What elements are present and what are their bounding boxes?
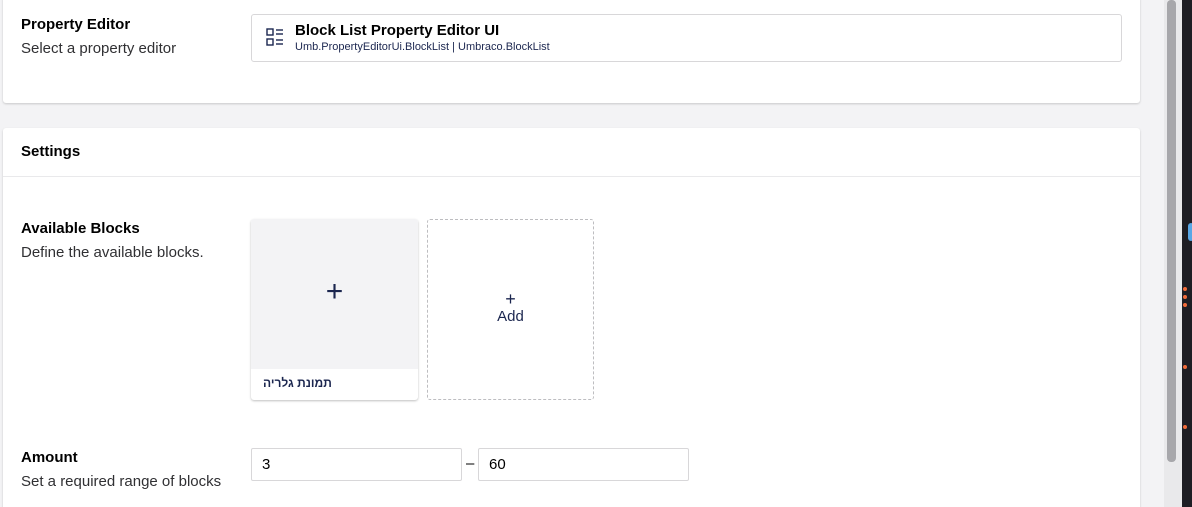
block-name: תמונת גלריה	[263, 376, 332, 390]
add-block-button[interactable]: + Add	[427, 219, 594, 400]
property-editor-title: Property Editor	[21, 16, 131, 33]
property-editor-description: Select a property editor	[21, 40, 177, 57]
property-editor-label: Property Editor Select a property editor	[21, 16, 176, 57]
amount-description: Set a required range of blocks	[21, 473, 222, 490]
scrollbar-thumb[interactable]	[1167, 0, 1176, 462]
available-blocks-label: Available Blocks Define the available bl…	[21, 220, 204, 261]
property-editor-alias: Umb.PropertyEditorUi.BlockList | Umbraco…	[295, 41, 550, 53]
edge-dot	[1183, 303, 1187, 307]
amount-max-input[interactable]	[478, 448, 689, 481]
amount-separator: –	[466, 455, 475, 472]
settings-header: Settings	[3, 128, 1140, 177]
settings-card: Settings Available Blocks Define the ava…	[3, 128, 1140, 507]
adjacent-window-edge	[1182, 0, 1192, 507]
edge-dot	[1183, 365, 1187, 369]
amount-min-input[interactable]	[251, 448, 462, 481]
block-card[interactable]: + תמונת גלריה	[251, 219, 418, 400]
edge-dot	[1183, 425, 1187, 429]
plus-icon: +	[325, 275, 344, 308]
settings-title: Settings	[21, 143, 81, 160]
amount-label: Amount Set a required range of blocks	[21, 449, 221, 490]
amount-title: Amount	[21, 449, 78, 466]
add-plus-icon: +	[505, 289, 516, 309]
block-preview: +	[251, 219, 418, 369]
property-editor-name: Block List Property Editor UI	[295, 22, 500, 39]
available-blocks-description: Define the available blocks.	[21, 244, 204, 261]
property-editor-picker[interactable]: Block List Property Editor UI Umb.Proper…	[251, 14, 1122, 62]
add-block-label: Add	[497, 308, 524, 325]
edge-dot	[1183, 295, 1187, 299]
adjacent-window-marker	[1188, 223, 1192, 241]
block-list-icon	[266, 28, 283, 46]
edge-dot	[1183, 287, 1187, 291]
property-editor-card: Property Editor Select a property editor…	[3, 0, 1140, 103]
available-blocks-title: Available Blocks	[21, 220, 140, 237]
